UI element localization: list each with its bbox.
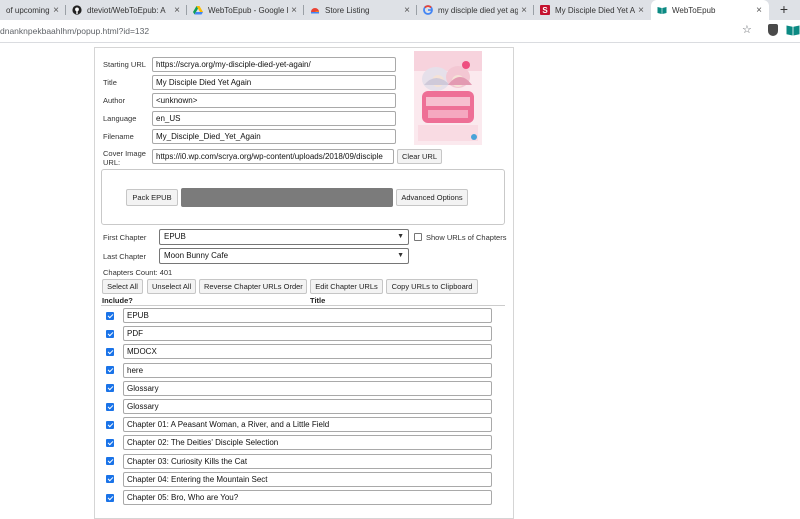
chapter-title-input[interactable]: here — [123, 362, 492, 378]
bookmark-star-icon[interactable]: ☆ — [742, 23, 752, 36]
chapter-title-input[interactable]: PDF — [123, 326, 492, 342]
close-icon[interactable]: × — [171, 5, 183, 16]
close-icon[interactable]: × — [753, 5, 765, 16]
select-all-button[interactable]: Select All — [102, 279, 143, 294]
tab-2[interactable]: WebToEpub - Google D × — [187, 0, 304, 20]
tab-4[interactable]: my disciple died yet ag × — [417, 0, 534, 20]
copy-urls-button[interactable]: Copy URLs to Clipboard — [386, 279, 478, 294]
chapter-include-checkbox[interactable] — [106, 329, 114, 338]
author-label: Author — [103, 96, 126, 105]
tab-label: my disciple died yet ag — [438, 5, 518, 15]
book-icon — [657, 5, 667, 15]
scrya-icon: S — [540, 5, 550, 15]
tab-label: WebToEpub — [672, 5, 716, 15]
chapter-title-input[interactable]: EPUB — [123, 308, 492, 323]
tab-label: Store Listing — [325, 5, 370, 15]
chapter-include-checkbox[interactable] — [106, 311, 114, 320]
cover-url-input[interactable]: https://i0.wp.com/scrya.org/wp-content/u… — [152, 149, 394, 164]
chapter-include-checkbox[interactable] — [106, 420, 114, 429]
chapters-count: Chapters Count: 401 — [103, 268, 173, 277]
webtoepub-extension-icon[interactable] — [786, 24, 800, 36]
cover-image-label: Cover Image — [103, 149, 146, 158]
show-urls-checkbox[interactable] — [414, 233, 422, 241]
cover-url-label: URL: — [103, 158, 121, 167]
google-drive-icon — [193, 5, 203, 15]
starting-url-label: Starting URL — [103, 60, 146, 69]
new-tab-button[interactable]: + — [774, 0, 794, 20]
chapter-title-input[interactable]: Chapter 02: The Deities' Disciple Select… — [123, 435, 492, 451]
show-urls-label: Show URLs of Chapters — [426, 233, 507, 242]
tab-1[interactable]: dteviot/WebToEpub: A × — [66, 0, 187, 20]
github-icon — [72, 5, 82, 15]
last-chapter-select[interactable]: Moon Bunny Cafe ▼ — [159, 248, 409, 264]
include-column-header: Include? — [102, 296, 133, 305]
title-input[interactable]: My Disciple Died Yet Again — [152, 75, 396, 90]
edit-chapter-urls-button[interactable]: Edit Chapter URLs — [310, 279, 383, 294]
tab-strip: of upcoming cl × dteviot/WebToEpub: A × … — [0, 0, 800, 20]
pack-epub-button[interactable]: Pack EPUB — [126, 189, 178, 206]
tab-0[interactable]: of upcoming cl × — [0, 0, 66, 20]
tab-3[interactable]: Store Listing × — [304, 0, 417, 20]
starting-url-input[interactable]: https://scrya.org/my-disciple-died-yet-a… — [152, 57, 396, 72]
chevron-down-icon: ▼ — [397, 233, 404, 240]
first-chapter-label: First Chapter — [103, 233, 147, 242]
chapter-title-input[interactable]: Glossary — [123, 380, 492, 396]
chapter-include-checkbox[interactable] — [106, 384, 114, 393]
chapter-include-checkbox[interactable] — [106, 493, 114, 502]
chapter-title-input[interactable]: Chapter 05: Bro, Who are You? — [123, 490, 492, 505]
chapter-title-input[interactable]: Chapter 04: Entering the Mountain Sect — [123, 471, 492, 487]
google-icon — [423, 5, 433, 15]
filename-label: Filename — [103, 132, 134, 141]
svg-text:S: S — [542, 6, 548, 15]
tab-6[interactable]: WebToEpub × — [651, 0, 769, 20]
first-chapter-select[interactable]: EPUB ▼ — [159, 229, 409, 245]
first-chapter-value: EPUB — [164, 232, 186, 241]
shield-extension-icon[interactable] — [768, 24, 778, 36]
language-input[interactable]: en_US — [152, 111, 396, 126]
tab-label: My Disciple Died Yet A — [555, 5, 635, 15]
tab-label: WebToEpub - Google D — [208, 5, 288, 15]
chrome-store-icon — [310, 5, 320, 15]
unselect-all-button[interactable]: Unselect All — [147, 279, 196, 294]
address-bar: dnanknpekbaahlhm/popup.html?id=132 ☆ — [0, 20, 800, 43]
language-label: Language — [103, 114, 137, 123]
last-chapter-label: Last Chapter — [103, 252, 146, 261]
filename-input[interactable]: My_Disciple_Died_Yet_Again — [152, 129, 396, 144]
clear-url-button[interactable]: Clear URL — [397, 149, 442, 164]
close-icon[interactable]: × — [50, 5, 62, 16]
reverse-order-button[interactable]: Reverse Chapter URLs Order — [199, 279, 307, 294]
tab-5[interactable]: S My Disciple Died Yet A × — [534, 0, 651, 20]
close-icon[interactable]: × — [288, 5, 300, 16]
chapter-include-checkbox[interactable] — [106, 366, 114, 375]
chapter-include-checkbox[interactable] — [106, 475, 114, 484]
tab-label: dteviot/WebToEpub: A — [87, 5, 166, 15]
last-chapter-value: Moon Bunny Cafe — [164, 251, 229, 260]
chapter-include-checkbox[interactable] — [106, 438, 114, 447]
close-icon[interactable]: × — [401, 5, 413, 16]
close-icon[interactable]: × — [635, 5, 647, 16]
progress-bar — [181, 188, 393, 207]
chapter-include-checkbox[interactable] — [106, 347, 114, 356]
close-icon[interactable]: × — [518, 5, 530, 16]
chevron-down-icon: ▼ — [397, 252, 404, 259]
cover-image — [414, 51, 482, 145]
chapter-include-checkbox[interactable] — [106, 402, 114, 411]
chapter-title-input[interactable]: MDOCX — [123, 344, 492, 360]
url-field[interactable]: dnanknpekbaahlhm/popup.html?id=132 — [0, 24, 149, 38]
tab-label: of upcoming cl — [6, 5, 50, 15]
chapter-title-input[interactable]: Chapter 03: Curiosity Kills the Cat — [123, 453, 492, 469]
chapter-title-input[interactable]: Glossary — [123, 399, 492, 414]
advanced-options-button[interactable]: Advanced Options — [396, 189, 468, 206]
title-column-header: Title — [310, 296, 326, 305]
header-divider — [101, 305, 505, 306]
chapter-title-input[interactable]: Chapter 01: A Peasant Woman, a River, an… — [123, 417, 492, 433]
chapter-include-checkbox[interactable] — [106, 457, 114, 466]
title-label: Title — [103, 78, 117, 87]
author-input[interactable]: <unknown> — [152, 93, 396, 108]
